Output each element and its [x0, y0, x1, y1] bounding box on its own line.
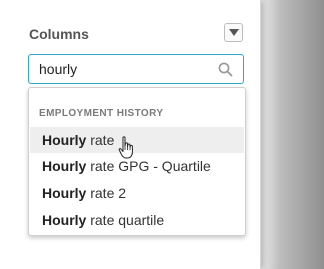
- option-rest: rate GPG - Quartile: [86, 158, 211, 174]
- option-hourly-rate[interactable]: Hourly rate: [30, 127, 244, 153]
- search-input[interactable]: [39, 60, 199, 78]
- option-hourly-rate-quartile[interactable]: Hourly rate quartile: [30, 207, 244, 233]
- group-header: EMPLOYMENT HISTORY: [39, 108, 164, 119]
- search-box[interactable]: [28, 54, 244, 84]
- triangle-down-icon: [228, 29, 239, 36]
- option-rest: rate quartile: [86, 212, 165, 228]
- option-match: Hourly: [42, 185, 87, 201]
- option-rest: rate: [86, 132, 115, 148]
- option-hourly-rate-gpg-quartile[interactable]: Hourly rate GPG - Quartile: [30, 153, 244, 179]
- option-match: Hourly: [42, 132, 87, 148]
- collapse-button[interactable]: [224, 23, 243, 42]
- option-match: Hourly: [42, 158, 87, 174]
- hand-pointer-icon: [118, 136, 136, 165]
- search-results-dropdown: EMPLOYMENT HISTORY Hourly rate Hourly ra…: [28, 87, 246, 236]
- option-match: Hourly: [42, 212, 87, 228]
- panel-title: Columns: [29, 26, 89, 42]
- option-hourly-rate-2[interactable]: Hourly rate 2: [30, 180, 244, 206]
- search-icon: [218, 62, 233, 82]
- option-rest: rate 2: [86, 185, 127, 201]
